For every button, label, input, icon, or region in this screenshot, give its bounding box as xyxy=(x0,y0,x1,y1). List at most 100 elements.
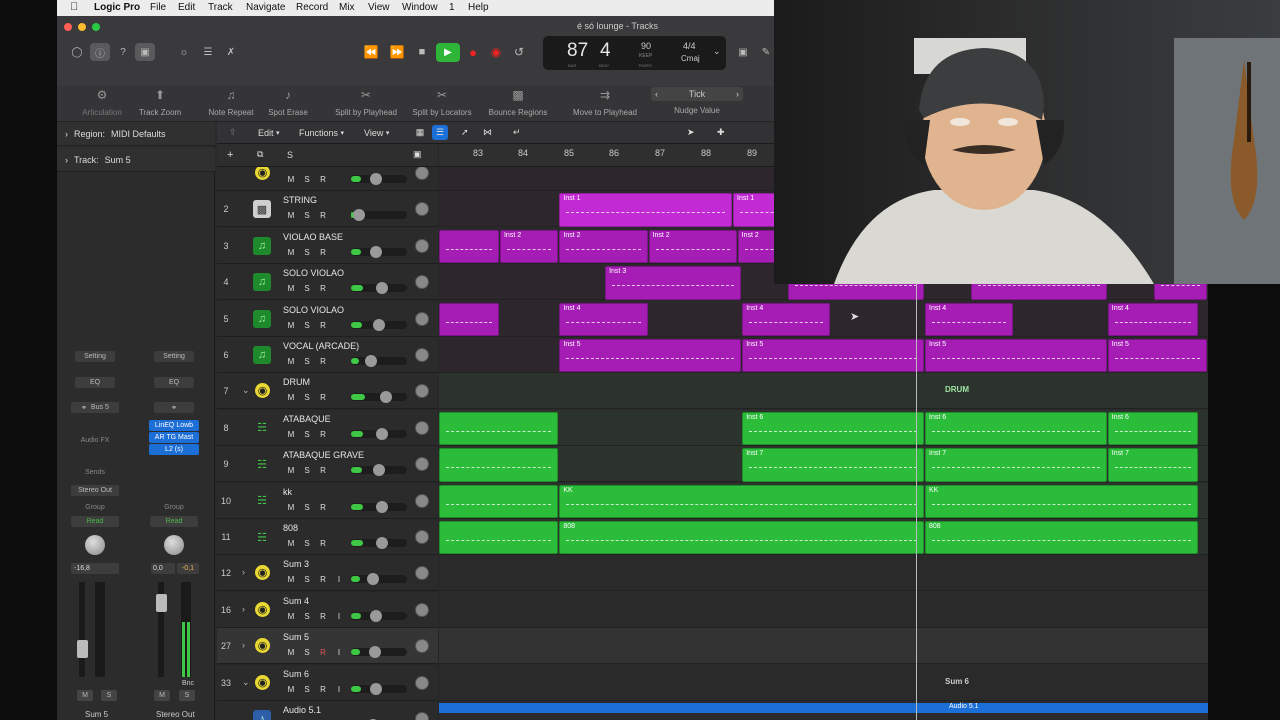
track-name[interactable]: VIOLAO BASE xyxy=(283,232,343,242)
note-repeat-tool[interactable]: ♫ Note Repeat xyxy=(205,86,257,122)
track-header[interactable]: ♪Audio 5.1MSR xyxy=(217,701,438,720)
strip2-bounce-button[interactable]: Bnc xyxy=(177,678,199,689)
track-name[interactable]: DRUM xyxy=(283,377,310,387)
track-m-button[interactable]: M xyxy=(285,502,297,513)
drum-region[interactable] xyxy=(439,484,559,518)
region-inspector-header[interactable]: › Region: MIDI Defaults xyxy=(57,122,215,146)
strip2-pan-knob[interactable] xyxy=(164,535,184,555)
track-volume-handle[interactable] xyxy=(375,427,388,440)
track-r-button[interactable]: R xyxy=(317,174,329,185)
track-r-button[interactable]: R xyxy=(317,392,329,403)
track-volume-slider[interactable] xyxy=(351,391,407,404)
track-s-button[interactable]: S xyxy=(301,684,313,695)
strip1-automation[interactable]: Read xyxy=(71,516,119,527)
track-i-button[interactable]: I xyxy=(333,611,345,622)
midi-region[interactable]: Inst 2 xyxy=(648,229,737,264)
track-volume-handle[interactable] xyxy=(370,245,383,258)
strip1-setting-button[interactable]: Setting xyxy=(75,351,115,362)
midi-region[interactable]: Inst 1 xyxy=(559,193,733,227)
smart-controls-icon[interactable]: ☼ xyxy=(175,43,193,61)
drum-region[interactable]: Inst 6 xyxy=(1107,411,1199,446)
plugin-slot-2[interactable]: AR TG Mast xyxy=(149,432,199,443)
track-volume-handle[interactable] xyxy=(368,646,381,659)
track-r-button[interactable]: R xyxy=(317,356,329,367)
audio-region-strip[interactable]: Audio 5.1 xyxy=(439,703,1208,713)
track-s-button[interactable]: S xyxy=(301,538,313,549)
track-volume-handle[interactable] xyxy=(373,318,385,331)
track-r-button[interactable]: R xyxy=(317,465,329,476)
track-s-button[interactable]: S xyxy=(301,356,313,367)
menu-edit[interactable]: Edit xyxy=(178,2,195,13)
strip1-sends[interactable]: Sends xyxy=(75,467,115,478)
track-r-button[interactable]: R xyxy=(317,538,329,549)
track-m-button[interactable]: M xyxy=(285,647,297,658)
track-pan-knob[interactable] xyxy=(415,602,429,617)
replace-record-icon[interactable]: ◉ xyxy=(487,43,505,61)
drum-region[interactable]: Inst 7 xyxy=(925,448,1107,482)
flex-icon[interactable]: ⋈ xyxy=(483,125,492,140)
track-name[interactable]: 808 xyxy=(283,523,298,533)
duplicate-track-icon[interactable]: ⧉ xyxy=(257,147,263,162)
track-r-button[interactable]: R xyxy=(317,210,329,221)
track-name[interactable]: SOLO VIOLAO xyxy=(283,305,344,315)
move-to-playhead-tool[interactable]: ⇉ Move to Playhead xyxy=(569,86,641,122)
track-pan-knob[interactable] xyxy=(415,384,429,399)
strip2-link-button[interactable]: ⚭ xyxy=(154,402,194,413)
drum-region[interactable]: Inst 6 xyxy=(925,411,1107,446)
chevron-right-icon[interactable]: › xyxy=(736,87,739,101)
midi-region[interactable]: Inst 4 xyxy=(742,302,831,336)
track-pan-knob[interactable] xyxy=(415,493,429,508)
plugin-slot-3[interactable]: L2 (s) xyxy=(149,444,199,455)
track-i-button[interactable]: I xyxy=(333,647,345,658)
automation-icon[interactable]: ➚ xyxy=(461,125,469,140)
strip1-output-button[interactable]: Stereo Out xyxy=(71,485,119,496)
close-window-button[interactable] xyxy=(64,23,72,31)
track-r-button[interactable]: R xyxy=(317,283,329,294)
track-volume-slider[interactable] xyxy=(351,464,407,477)
track-volume-handle[interactable] xyxy=(370,609,383,622)
track-m-button[interactable]: M xyxy=(285,320,297,331)
chevron-down-icon[interactable]: ⌄ xyxy=(242,385,250,396)
track-pan-knob[interactable] xyxy=(415,238,429,253)
midi-region[interactable]: Inst 2 xyxy=(559,229,648,264)
track-volume-slider[interactable] xyxy=(351,537,407,549)
track-name[interactable]: Sum 4 xyxy=(283,596,309,606)
midi-region[interactable]: Inst 5 xyxy=(925,339,1107,373)
list-view-icon[interactable]: ☰ xyxy=(432,125,448,140)
strip2-mute-button[interactable]: M xyxy=(154,690,170,701)
menu-help[interactable]: Help xyxy=(468,2,489,13)
strip1-input-button[interactable]: ⚭ Bus 5 xyxy=(71,402,119,413)
note-pad-icon[interactable]: ✎ xyxy=(757,43,775,61)
strip1-mute-button[interactable]: M xyxy=(77,690,93,701)
track-lane[interactable] xyxy=(439,628,1208,665)
track-s-button[interactable]: S xyxy=(301,429,313,440)
strip1-fader-handle[interactable] xyxy=(77,640,88,658)
track-header[interactable]: 5 ♫ SOLO VIOLAO M S R xyxy=(217,300,438,337)
bounce-regions-tool[interactable]: ▩ Bounce Regions xyxy=(485,86,551,122)
strip2-eq-button[interactable]: EQ xyxy=(154,377,194,388)
drum-region[interactable]: KK xyxy=(559,484,924,518)
functions-menu[interactable]: Functions ▾ xyxy=(299,125,344,140)
track-s-button[interactable]: S xyxy=(301,574,313,585)
track-m-button[interactable]: M xyxy=(285,611,297,622)
track-volume-handle[interactable] xyxy=(364,355,377,367)
track-volume-handle[interactable] xyxy=(367,573,380,586)
nudge-value-control[interactable]: ‹ Tick › Nudge Value xyxy=(651,86,743,122)
track-s-button[interactable]: S xyxy=(301,210,313,221)
track-volume-handle[interactable] xyxy=(370,173,383,185)
track-s-button[interactable]: S xyxy=(301,174,313,185)
plugin-slot-1[interactable]: LinEQ Lowb xyxy=(149,420,199,431)
grid-view-icon[interactable]: ▦ xyxy=(413,125,427,140)
track-name[interactable]: Sum 6 xyxy=(283,669,309,679)
track-name[interactable]: kk xyxy=(283,487,292,497)
track-s-button[interactable]: S xyxy=(301,392,313,403)
track-pan-knob[interactable] xyxy=(415,566,429,581)
track-r-button[interactable]: R xyxy=(317,684,329,695)
track-s-button[interactable]: S xyxy=(301,320,313,331)
track-name[interactable]: STRING xyxy=(283,195,317,205)
track-header[interactable]: 16 › ◉ Sum 4 MSRI xyxy=(217,591,438,628)
track-volume-slider[interactable] xyxy=(351,427,407,440)
chevron-right-icon[interactable]: › xyxy=(242,567,245,577)
track-volume-slider[interactable] xyxy=(351,682,407,695)
view-menu[interactable]: View ▾ xyxy=(364,125,389,140)
